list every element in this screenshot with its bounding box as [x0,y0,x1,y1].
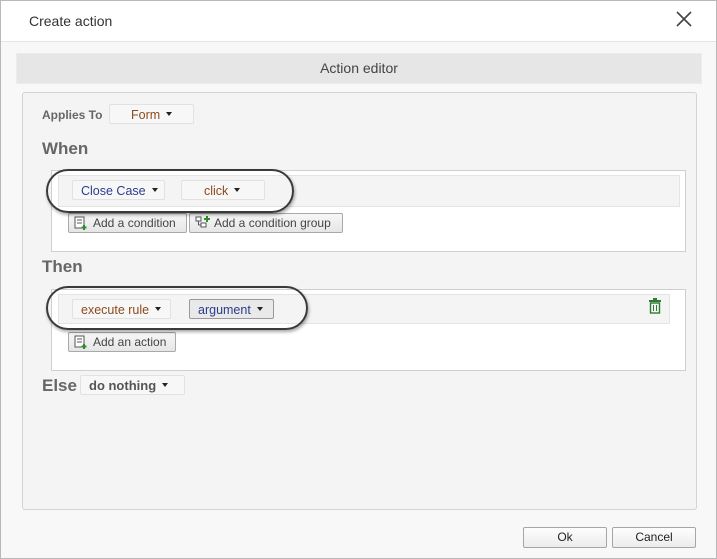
applies-to-label: Applies To [42,108,103,122]
add-action-label: Add an action [93,335,167,349]
when-heading: When [42,139,89,158]
dialog-title: Create action [29,13,113,29]
add-condition-icon [74,216,88,235]
add-condition-label: Add a condition [93,216,176,230]
then-actions-box: execute rule argument Add an action [51,289,686,371]
then-action-dropdown[interactable]: execute rule [72,299,171,319]
add-action-icon [74,335,88,354]
action-editor-header: Action editor [16,53,702,84]
then-argument-dropdown[interactable]: argument [189,299,274,319]
when-conditions-box: Close Case click Add a condition Add a c… [51,170,686,252]
add-condition-group-icon [195,216,210,235]
when-event-value: click [204,184,229,198]
when-field-value: Close Case [81,184,146,198]
add-action-button[interactable]: Add an action [68,332,176,352]
then-argument-value: argument [198,303,251,317]
action-editor-panel: Applies To Form When Close Case click Ad… [22,92,697,510]
else-value: do nothing [89,378,157,393]
dialog-titlebar: Create action [1,1,716,42]
caret-down-icon [166,111,173,116]
delete-action-icon[interactable] [648,298,662,319]
caret-down-icon [151,187,158,192]
caret-down-icon [162,382,169,387]
then-action-value: execute rule [81,303,150,317]
then-heading: Then [42,257,83,276]
caret-down-icon [256,306,263,311]
ok-button[interactable]: Ok [523,527,607,548]
else-dropdown[interactable]: do nothing [80,375,185,395]
else-heading: Else [42,376,77,395]
applies-to-value: Form [131,108,161,122]
cancel-button[interactable]: Cancel [612,527,696,548]
add-condition-group-label: Add a condition group [214,216,331,230]
caret-down-icon [155,306,162,311]
create-action-dialog: Create action Action editor Applies To F… [0,0,717,559]
caret-down-icon [234,187,241,192]
when-field-dropdown[interactable]: Close Case [72,180,165,200]
close-icon[interactable] [671,6,697,32]
add-condition-group-button[interactable]: Add a condition group [189,213,343,233]
add-condition-button[interactable]: Add a condition [68,213,187,233]
when-event-dropdown[interactable]: click [181,180,265,200]
applies-to-dropdown[interactable]: Form [109,104,194,124]
